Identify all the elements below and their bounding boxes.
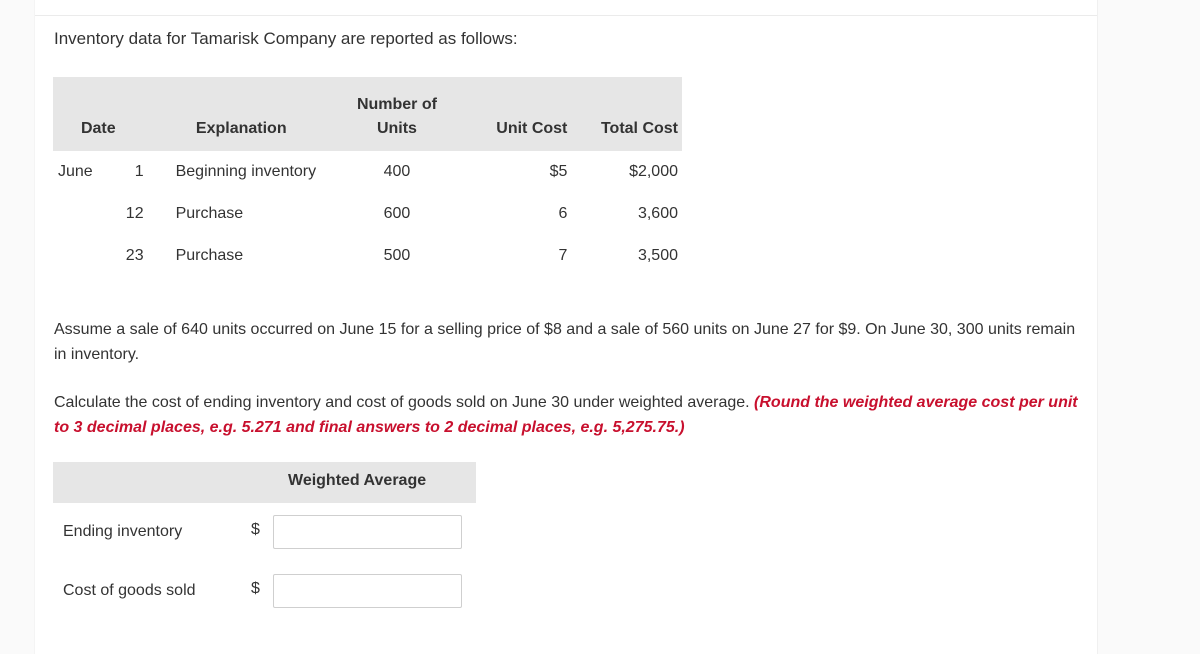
answer-row-ending-inventory: Ending inventory $ [53,515,476,551]
instruction-text: Calculate the cost of ending inventory a… [54,390,1084,440]
header-total-cost: Total Cost [600,120,678,137]
cell-units: 400 [383,163,411,180]
ending-inventory-input[interactable] [273,515,462,549]
header-units-line1: Number of [356,96,437,113]
cell-unit-cost: $5 [549,163,568,180]
cell-explanation: Purchase [175,205,244,222]
header-unit-cost: Unit Cost [496,120,568,137]
cell-explanation: Purchase [175,247,244,264]
cogs-input[interactable] [273,574,462,608]
cell-month [53,193,105,235]
cogs-label: Cost of goods sold [63,582,196,599]
table-row: 12 Purchase 600 6 3,600 [53,193,682,235]
cell-day: 1 [134,163,144,180]
top-divider [35,0,1097,16]
inventory-table: Date Explanation Number of Units Unit Cos… [53,77,682,277]
table-header-row: Date Explanation Number of Units Unit Cos… [53,77,682,151]
cell-month [53,235,105,277]
intro-text: Inventory data for Tamarisk Company are … [54,29,518,48]
header-units-line2: Units [376,120,417,137]
cell-day: 12 [125,205,144,222]
ending-inventory-label: Ending inventory [63,523,183,540]
cell-day: 23 [125,247,144,264]
dollar-sign: $ [251,521,260,538]
dollar-sign: $ [251,580,260,597]
answer-table-header: Weighted Average [53,462,476,503]
header-weighted-average: Weighted Average [288,472,427,489]
header-units: Number of Units [339,77,455,151]
cell-total-cost: $2,000 [629,163,678,180]
cell-unit-cost: 6 [558,205,568,222]
cell-total-cost: 3,500 [637,247,678,264]
table-row: June 1 Beginning inventory 400 $5 $2,000 [53,151,682,193]
cell-total-cost: 3,600 [637,205,678,222]
cell-explanation: Beginning inventory [175,163,317,180]
answer-row-cogs: Cost of goods sold $ [53,574,476,610]
question-panel: Inventory data for Tamarisk Company are … [34,0,1098,654]
cell-unit-cost: 7 [558,247,568,264]
cell-month: June [58,163,93,180]
sales-assumption-text: Assume a sale of 640 units occurred on J… [54,321,1076,363]
cell-units: 600 [383,205,411,222]
instruction-main: Calculate the cost of ending inventory a… [54,394,755,411]
cell-units: 500 [383,247,411,264]
header-explanation: Explanation [195,120,287,137]
header-date: Date [80,120,116,137]
table-row: 23 Purchase 500 7 3,500 [53,235,682,277]
